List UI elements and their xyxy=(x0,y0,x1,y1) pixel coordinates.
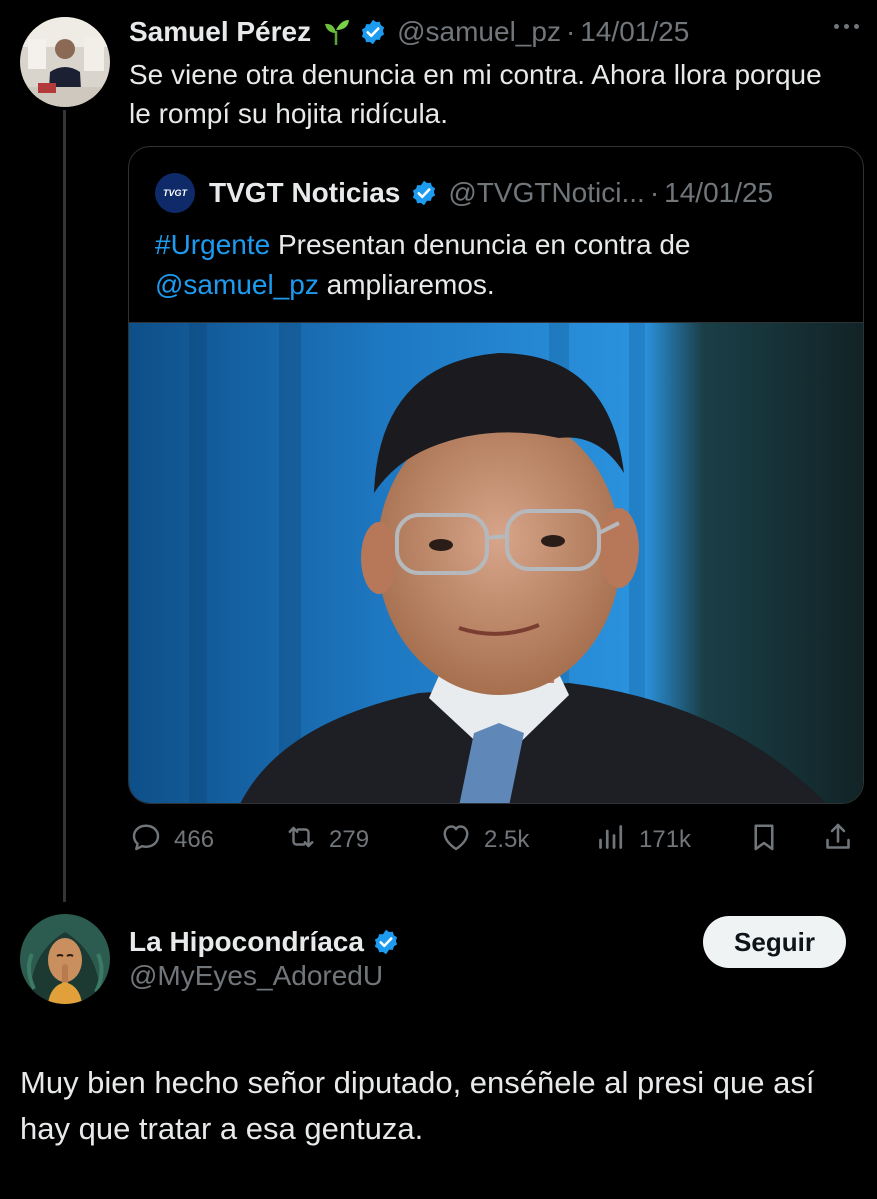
follow-button[interactable]: Seguir xyxy=(703,916,846,968)
bookmark-icon xyxy=(746,819,782,862)
quote-author-avatar[interactable]: TVGT xyxy=(155,173,195,213)
separator-dot: · xyxy=(649,177,660,208)
quote-text-middle: Presentan denuncia en contra de xyxy=(270,229,691,260)
repost-icon xyxy=(283,819,319,862)
reply-author-avatar[interactable] xyxy=(20,914,110,1004)
repost-button[interactable]: 279 xyxy=(283,818,369,862)
reply-button[interactable]: 466 xyxy=(128,818,214,862)
quote-photo[interactable] xyxy=(129,322,863,803)
reply-text: Muy bien hecho señor diputado, enséñele … xyxy=(20,1065,815,1146)
hashtag-link[interactable]: #Urgente xyxy=(155,229,270,260)
quote-author-name[interactable]: TVGT Noticias xyxy=(209,177,400,209)
reply-count: 466 xyxy=(174,826,215,853)
separator-dot: · xyxy=(565,16,576,47)
quote-header: TVGT TVGT Noticias @TVGTNotici... · 14/0… xyxy=(155,173,773,213)
verified-badge-icon xyxy=(359,18,387,46)
post-date[interactable]: 14/01/25 xyxy=(580,16,689,48)
thread-connector xyxy=(63,110,66,902)
reply-icon xyxy=(128,819,164,862)
author-name[interactable]: Samuel Pérez xyxy=(129,16,311,48)
quote-date[interactable]: 14/01/25 xyxy=(664,177,773,209)
verified-badge-icon xyxy=(410,179,438,207)
like-button[interactable]: 2.5k xyxy=(438,818,529,862)
heart-icon xyxy=(438,819,474,862)
views-count: 171k xyxy=(639,826,692,853)
mention-link[interactable]: @samuel_pz xyxy=(155,269,319,300)
verified-badge-icon xyxy=(372,928,400,956)
share-button[interactable] xyxy=(820,818,856,862)
reply-author-row: La Hipocondríaca xyxy=(129,922,410,962)
post-header: Samuel Pérez @samuel_pz · 14/01/25 xyxy=(129,12,857,52)
reply-author-handle[interactable]: @MyEyes_AdoredU xyxy=(129,960,383,992)
quoted-post[interactable]: TVGT TVGT Noticias @TVGTNotici... · 14/0… xyxy=(128,146,864,804)
views-chart-icon xyxy=(593,819,629,862)
author-handle[interactable]: @samuel_pz xyxy=(397,16,561,48)
share-icon xyxy=(820,819,856,862)
reply-author-name[interactable]: La Hipocondríaca xyxy=(129,926,364,958)
quote-author-handle[interactable]: @TVGTNotici... xyxy=(448,177,644,209)
repost-count: 279 xyxy=(329,826,370,853)
bookmark-button[interactable] xyxy=(746,818,782,862)
post-text: Se viene otra denuncia en mi contra. Aho… xyxy=(129,59,822,129)
quote-text-end: ampliaremos. xyxy=(318,269,495,300)
author-avatar[interactable] xyxy=(20,17,110,107)
quote-text: #Urgente Presentan denuncia en contra de… xyxy=(155,225,845,305)
like-count: 2.5k xyxy=(484,826,530,853)
more-options-icon[interactable] xyxy=(834,24,859,29)
views-button[interactable]: 171k xyxy=(593,818,691,862)
post-action-bar: 466 279 2.5k 171k xyxy=(128,818,868,862)
seedling-icon xyxy=(321,17,351,47)
